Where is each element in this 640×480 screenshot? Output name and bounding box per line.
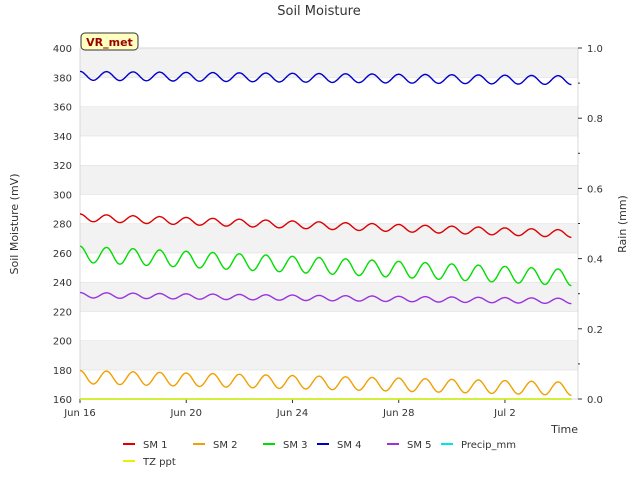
y-tick-label: 380 [53, 73, 72, 84]
legend-label: SM 3 [283, 440, 308, 451]
y-tick-label: 320 [53, 161, 72, 172]
legend: SM 1 SM 2 SM 3 SM 4 SM 5 Precip_mm TZ ppt [123, 440, 516, 468]
y2-tick-label: 0.2 [587, 325, 603, 336]
y-tick-label: 360 [53, 103, 72, 114]
x-axis-label: Time [550, 423, 578, 436]
station-badge: VR_met [80, 32, 139, 51]
y-tick-label: 400 [53, 44, 72, 55]
x-tick-label: Jun 20 [169, 408, 202, 419]
y-tick-label: 240 [53, 278, 72, 289]
grid-band [80, 106, 578, 136]
legend-label: TZ ppt [142, 457, 176, 468]
x-tick-label: Jun 24 [276, 408, 309, 419]
y-axis-ticks: 160 180 200 220 240 260 280 300 320 340 360 380 400 [53, 44, 72, 406]
grid-band [80, 340, 578, 370]
station-badge-label: VR_met [86, 36, 133, 49]
legend-label: SM 1 [143, 440, 168, 451]
chart-title: Soil Moisture [277, 4, 361, 19]
y-tick-label: 300 [53, 190, 72, 201]
y2-tick-label: 0.4 [587, 255, 603, 266]
legend-label: Precip_mm [461, 440, 516, 451]
x-axis-ticks: Jun 16 Jun 20 Jun 24 Jun 28 Jul 2 [63, 399, 516, 419]
y-tick-label: 160 [53, 395, 72, 406]
soil-moisture-chart: Soil Moisture 160 180 200 220 240 260 280 300 32… [8, 4, 629, 468]
legend-label: SM 5 [407, 440, 432, 451]
y-tick-label: 280 [53, 220, 72, 231]
grid-band [80, 48, 578, 78]
y2-axis-label: Rain (mm) [616, 195, 629, 253]
legend-label: SM 4 [337, 440, 362, 451]
grid-band [80, 135, 578, 165]
y2-tick-label: 1.0 [587, 44, 603, 55]
y2-axis-ticks: 0.0 0.2 0.4 0.6 0.8 1.0 [578, 44, 603, 406]
y-tick-label: 220 [53, 307, 72, 318]
legend-label: SM 2 [213, 440, 238, 451]
x-tick-label: Jun 16 [63, 408, 96, 419]
y-axis-label: Soil Moisture (mV) [8, 174, 21, 275]
y2-tick-label: 0.8 [587, 114, 603, 125]
x-tick-label: Jul 2 [493, 408, 516, 419]
y-tick-label: 200 [53, 337, 72, 348]
x-tick-label: Jun 28 [382, 408, 415, 419]
y-tick-label: 340 [53, 132, 72, 143]
y2-tick-label: 0.0 [587, 395, 603, 406]
grid-band [80, 369, 578, 399]
y-tick-label: 180 [53, 366, 72, 377]
grid-band [80, 165, 578, 195]
grid-band [80, 311, 578, 341]
grid-band [80, 282, 578, 312]
y2-tick-label: 0.6 [587, 184, 603, 195]
grid-bands [80, 47, 578, 399]
y-tick-label: 260 [53, 249, 72, 260]
